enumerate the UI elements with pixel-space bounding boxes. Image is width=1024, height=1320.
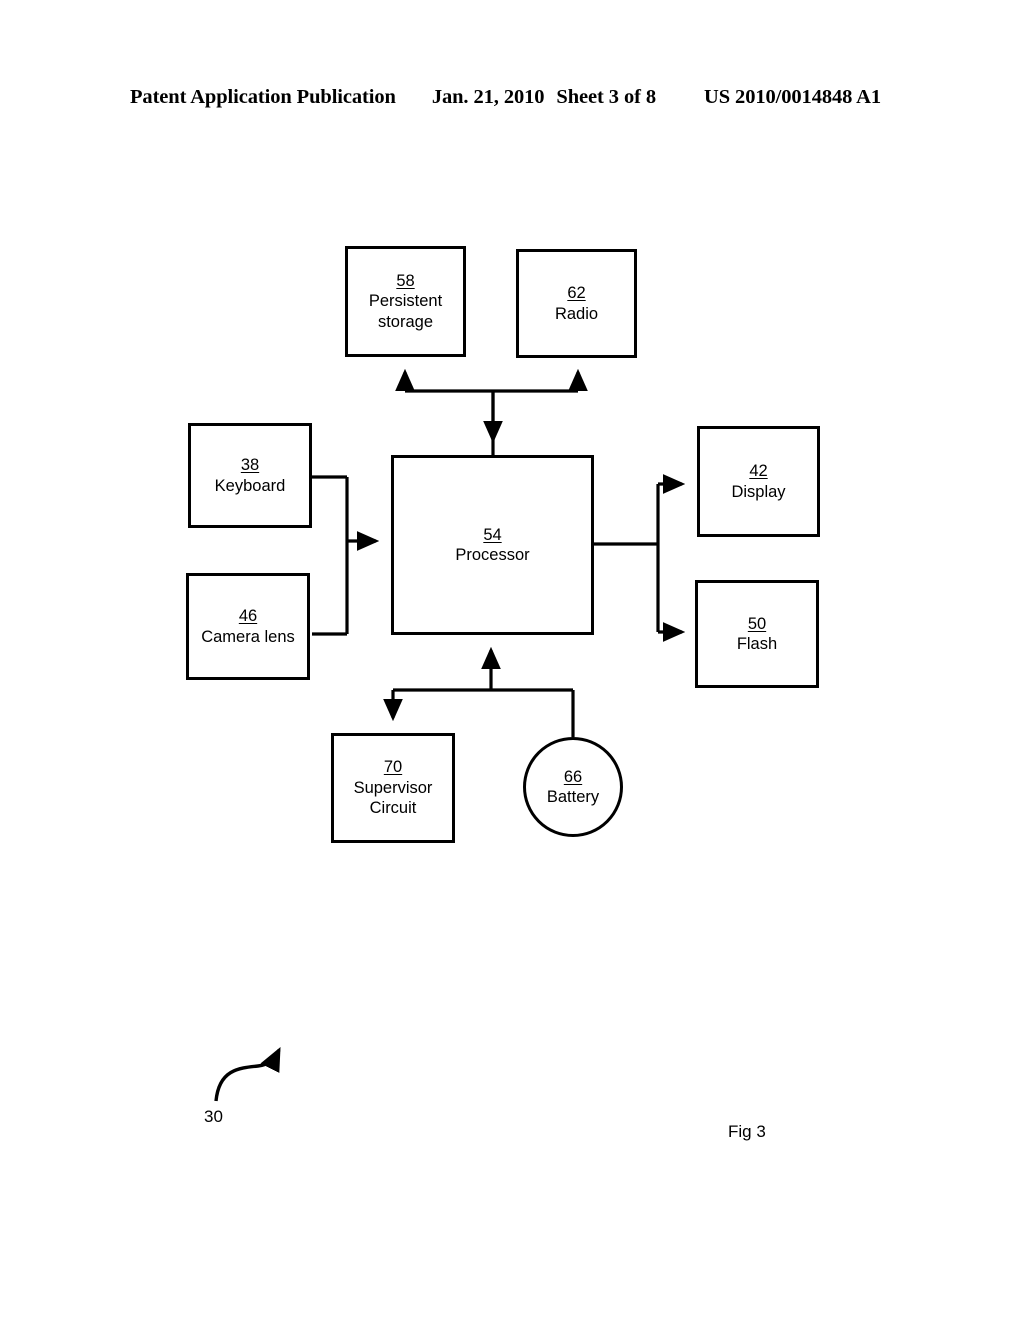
node-camera-lens-label: Camera lens: [201, 627, 295, 646]
node-keyboard: 38 Keyboard: [188, 423, 312, 528]
reference-leader-arrow: [214, 1046, 281, 1102]
node-supervisor-circuit-ref: 70: [383, 758, 403, 777]
node-display-label: Display: [731, 482, 786, 501]
system-reference-numeral: 30: [204, 1107, 223, 1126]
figure-connectors: [0, 0, 1024, 1320]
figure-caption: Fig 3: [728, 1122, 766, 1141]
node-supervisor-circuit-label: Supervisor Circuit: [353, 778, 433, 818]
node-display: 42 Display: [697, 426, 820, 537]
node-keyboard-ref: 38: [240, 456, 260, 475]
node-keyboard-label: Keyboard: [214, 476, 286, 495]
node-flash: 50 Flash: [695, 580, 819, 688]
node-persistent-storage: 58 Persistent storage: [345, 246, 466, 357]
node-flash-ref: 50: [747, 614, 767, 633]
node-radio: 62 Radio: [516, 249, 637, 358]
node-battery: 66 Battery: [523, 737, 623, 837]
node-battery-ref: 66: [563, 767, 583, 786]
node-camera-lens: 46 Camera lens: [186, 573, 310, 680]
node-flash-label: Flash: [736, 635, 778, 653]
node-persistent-storage-ref: 58: [396, 271, 415, 290]
node-processor-ref: 54: [483, 525, 502, 544]
node-supervisor-circuit: 70 Supervisor Circuit: [331, 733, 455, 843]
node-persistent-storage-label: Persistent storage: [368, 292, 443, 331]
node-battery-label: Battery: [546, 788, 600, 806]
node-radio-label: Radio: [554, 304, 599, 323]
node-camera-lens-ref: 46: [238, 607, 258, 626]
node-processor-label: Processor: [455, 546, 530, 564]
node-processor: 54 Processor: [391, 455, 594, 635]
node-radio-ref: 62: [567, 284, 586, 303]
node-display-ref: 42: [749, 462, 768, 481]
